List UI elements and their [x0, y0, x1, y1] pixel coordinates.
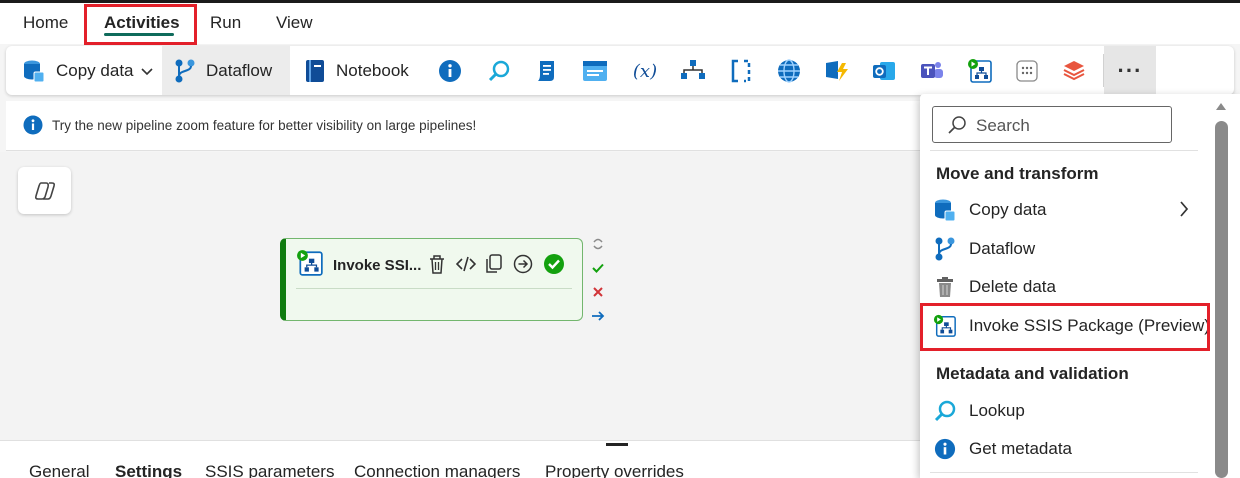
info-icon	[23, 115, 43, 135]
highlight-activities-tab	[84, 4, 197, 45]
ssis-icon[interactable]	[967, 58, 993, 84]
menu-item-copy-data[interactable]: Copy data	[920, 192, 1216, 228]
web-activity-icon[interactable]	[582, 58, 608, 84]
section-move-and-transform: Move and transform	[936, 164, 1099, 183]
info-icon	[933, 437, 957, 461]
bracket-icon[interactable]	[728, 58, 754, 84]
scrollbar-thumb[interactable]	[1215, 121, 1228, 478]
arrow-circle-icon[interactable]	[512, 253, 534, 275]
info-icon[interactable]	[437, 58, 463, 84]
activities-toolbar: Copy data Dataflow Notebook (x) ···	[6, 46, 1234, 95]
variable-icon[interactable]: (x)	[632, 58, 658, 84]
copilot-icon	[34, 181, 55, 200]
notebook-icon	[306, 59, 324, 82]
info-banner: Try the new pipeline zoom feature for be…	[6, 101, 920, 151]
dataflow-icon	[933, 237, 957, 261]
outlook-icon[interactable]	[871, 58, 897, 84]
grid-icon[interactable]	[1014, 58, 1040, 84]
teams-icon[interactable]	[919, 58, 945, 84]
stack-icon[interactable]	[1061, 58, 1087, 84]
panel-resize-handle[interactable]	[606, 443, 628, 446]
copy-icon[interactable]	[483, 253, 505, 275]
highlight-invoke-ssis-item	[920, 303, 1210, 351]
more-activities-button[interactable]: ···	[1104, 46, 1156, 95]
search-placeholder: Search	[976, 116, 1030, 135]
notebook-button[interactable]: Notebook	[304, 46, 424, 95]
menu-item-label: Copy data	[969, 200, 1047, 219]
search-icon	[948, 116, 966, 134]
section-metadata-and-validation: Metadata and validation	[936, 364, 1129, 383]
menu-item-label: Dataflow	[969, 239, 1036, 258]
copilot-button[interactable]	[18, 167, 71, 214]
success-check-icon	[543, 253, 565, 275]
pipeline-icon[interactable]	[680, 58, 706, 84]
delete-icon[interactable]	[426, 253, 448, 275]
dataflow-button[interactable]: Dataflow	[162, 46, 290, 95]
dataflow-label: Dataflow	[206, 60, 273, 80]
notebook-label: Notebook	[336, 60, 409, 80]
azure-function-icon[interactable]	[824, 58, 850, 84]
copy-data-label: Copy data	[56, 60, 134, 80]
tab-ssis-parameters[interactable]: SSIS parameters	[205, 462, 334, 478]
menu-item-label: Delete data	[969, 277, 1056, 296]
tab-property-overrides[interactable]: Property overrides	[545, 462, 684, 478]
on-success-connector-icon[interactable]	[589, 259, 607, 277]
copy-data-button[interactable]: Copy data	[22, 46, 162, 95]
tab-settings[interactable]: Settings	[115, 462, 182, 478]
menu-item-label: Lookup	[969, 401, 1025, 420]
search-input[interactable]: Search	[932, 106, 1172, 143]
database-icon	[24, 60, 45, 82]
menu-item-lookup[interactable]: Lookup	[920, 393, 1216, 429]
tab-connection-managers[interactable]: Connection managers	[354, 462, 520, 478]
chevron-right-icon	[1177, 198, 1191, 225]
dataflow-icon	[175, 59, 195, 82]
info-banner-text: Try the new pipeline zoom feature for be…	[52, 118, 477, 133]
lookup-icon[interactable]	[486, 58, 512, 84]
ssis-icon	[297, 250, 323, 276]
scroll-up-icon[interactable]	[1214, 100, 1228, 112]
database-icon	[933, 198, 957, 222]
on-completion-connector-icon[interactable]	[589, 307, 607, 325]
menu-divider	[930, 472, 1198, 473]
lookup-icon	[933, 399, 957, 423]
globe-icon[interactable]	[776, 58, 802, 84]
node-title: Invoke SSI...	[333, 257, 422, 274]
tab-view[interactable]: View	[276, 13, 313, 33]
tab-run[interactable]: Run	[210, 13, 241, 33]
menu-item-label: Get metadata	[969, 439, 1073, 458]
trash-icon	[933, 275, 957, 299]
menu-divider	[930, 150, 1198, 151]
script-icon[interactable]	[533, 58, 559, 84]
skip-connector-icon[interactable]	[589, 235, 607, 253]
menu-item-delete-data[interactable]: Delete data	[920, 269, 1216, 305]
menu-item-get-metadata[interactable]: Get metadata	[920, 431, 1216, 467]
tab-home[interactable]: Home	[23, 13, 68, 33]
chevron-down-icon	[140, 67, 153, 75]
on-failure-connector-icon[interactable]	[589, 283, 607, 301]
tab-general[interactable]: General	[29, 462, 89, 478]
menu-item-dataflow[interactable]: Dataflow	[920, 231, 1216, 267]
code-icon[interactable]	[455, 253, 477, 275]
node-divider	[296, 288, 572, 289]
invoke-ssis-activity-node[interactable]: Invoke SSI...	[280, 238, 583, 321]
